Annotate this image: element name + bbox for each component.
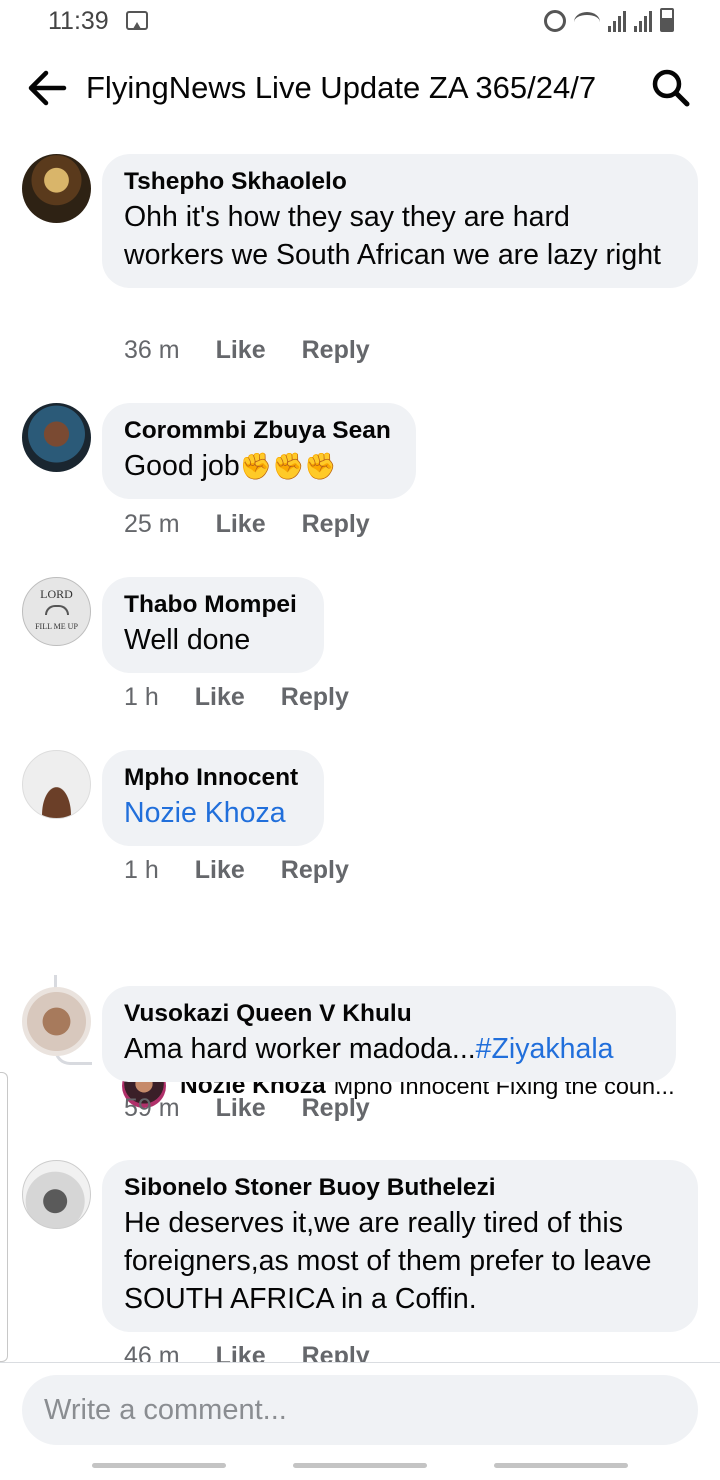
comment-bubble: Vusokazi Queen V Khulu Ama hard worker m…	[102, 986, 676, 1082]
comment-actions: 36 m Like Reply	[124, 336, 406, 365]
like-button[interactable]: Like	[195, 683, 245, 712]
comment-author[interactable]: Sibonelo Stoner Buoy Buthelezi	[124, 1172, 676, 1204]
comment-bubble: Corommbi Zbuya Sean Good job✊✊✊	[102, 403, 416, 499]
status-time: 11:39	[48, 7, 109, 35]
comment-time: 46 m	[124, 1342, 180, 1362]
like-button[interactable]: Like	[216, 1094, 266, 1123]
reply-button[interactable]: Reply	[302, 510, 370, 539]
comment-actions: 59 m Like Reply	[124, 1094, 406, 1123]
like-button[interactable]: Like	[216, 336, 266, 365]
status-bar: 11:39	[0, 0, 720, 44]
mention-link[interactable]: Nozie Khoza	[124, 794, 302, 832]
reply-button[interactable]: Reply	[281, 856, 349, 885]
app-bar: FlyingNews Live Update ZA 365/24/7	[0, 50, 720, 126]
reply-button[interactable]: Reply	[302, 1094, 370, 1123]
avatar[interactable]	[22, 1160, 91, 1229]
raised-fist-emoji: ✊✊✊	[239, 451, 337, 481]
alarm-icon	[544, 10, 566, 32]
comment-text: Ama hard worker madoda...	[124, 1033, 476, 1065]
comment-bubble: Sibonelo Stoner Buoy Buthelezi He deserv…	[102, 1160, 698, 1332]
comment-bubble: Thabo Mompei Well done	[102, 577, 324, 673]
comment-time: 25 m	[124, 510, 180, 538]
comment-actions: 25 m Like Reply	[124, 510, 406, 539]
search-icon[interactable]	[648, 66, 696, 110]
nav-back-handle[interactable]	[494, 1463, 628, 1468]
comment-text: Ohh it's how they say they are hard work…	[124, 201, 661, 271]
back-arrow-icon[interactable]	[22, 66, 74, 110]
reply-button[interactable]: Reply	[302, 1342, 370, 1362]
edge-panel-handle[interactable]	[0, 1072, 8, 1362]
comment-time: 36 m	[124, 336, 180, 364]
avatar[interactable]	[22, 987, 91, 1056]
nav-recents-handle[interactable]	[92, 1463, 226, 1468]
comment-time: 1 h	[124, 683, 159, 711]
comment-author[interactable]: Thabo Mompei	[124, 589, 302, 621]
comment-actions: 1 h Like Reply	[124, 856, 385, 885]
avatar-text-bottom: FILL ME UP	[35, 622, 78, 631]
comment-bubble: Mpho Innocent Nozie Khoza	[102, 750, 324, 846]
fuel-gauge-icon	[44, 605, 69, 615]
avatar[interactable]: LORD FILL ME UP	[22, 577, 91, 646]
reply-button[interactable]: Reply	[302, 336, 370, 365]
comment-actions: 1 h Like Reply	[124, 683, 385, 712]
avatar[interactable]	[22, 403, 91, 472]
signal-icon-2	[634, 10, 652, 32]
status-icons	[544, 8, 674, 32]
comment-text-row: Ama hard worker madoda...#Ziyakhala	[124, 1030, 654, 1068]
reply-button[interactable]: Reply	[281, 683, 349, 712]
wifi-icon	[574, 12, 600, 32]
avatar[interactable]	[22, 154, 91, 223]
comment-text: He deserves it,we are really tired of th…	[124, 1207, 652, 1315]
system-nav-bar	[0, 1450, 720, 1480]
comment-author[interactable]: Vusokazi Queen V Khulu	[124, 998, 654, 1030]
comment-text: Good job	[124, 450, 240, 482]
battery-icon	[660, 8, 674, 32]
comment-list: Tshepho Skhaolelo Ohh it's how they say …	[0, 150, 720, 1362]
comment-time: 59 m	[124, 1094, 180, 1122]
comment-bubble: Tshepho Skhaolelo Ohh it's how they say …	[102, 154, 698, 288]
avatar-text-top: LORD	[40, 587, 73, 601]
comment-author[interactable]: Mpho Innocent	[124, 762, 302, 794]
signal-icon	[608, 10, 626, 32]
comment-actions: 46 m Like Reply	[124, 1342, 406, 1362]
comment-text-row: Good job✊✊✊	[124, 447, 394, 485]
page-title: FlyingNews Live Update ZA 365/24/7	[86, 70, 597, 105]
like-button[interactable]: Like	[195, 856, 245, 885]
comment-author[interactable]: Tshepho Skhaolelo	[124, 166, 676, 198]
gallery-notification-icon	[126, 11, 148, 30]
comment-time: 1 h	[124, 856, 159, 884]
hashtag-link[interactable]: #Ziyakhala	[476, 1033, 614, 1065]
like-button[interactable]: Like	[216, 510, 266, 539]
nav-home-handle[interactable]	[293, 1463, 427, 1468]
comment-input[interactable]	[22, 1375, 698, 1445]
avatar[interactable]	[22, 750, 91, 819]
comment-author[interactable]: Corommbi Zbuya Sean	[124, 415, 394, 447]
comment-text: Well done	[124, 624, 251, 656]
like-button[interactable]: Like	[216, 1342, 266, 1362]
